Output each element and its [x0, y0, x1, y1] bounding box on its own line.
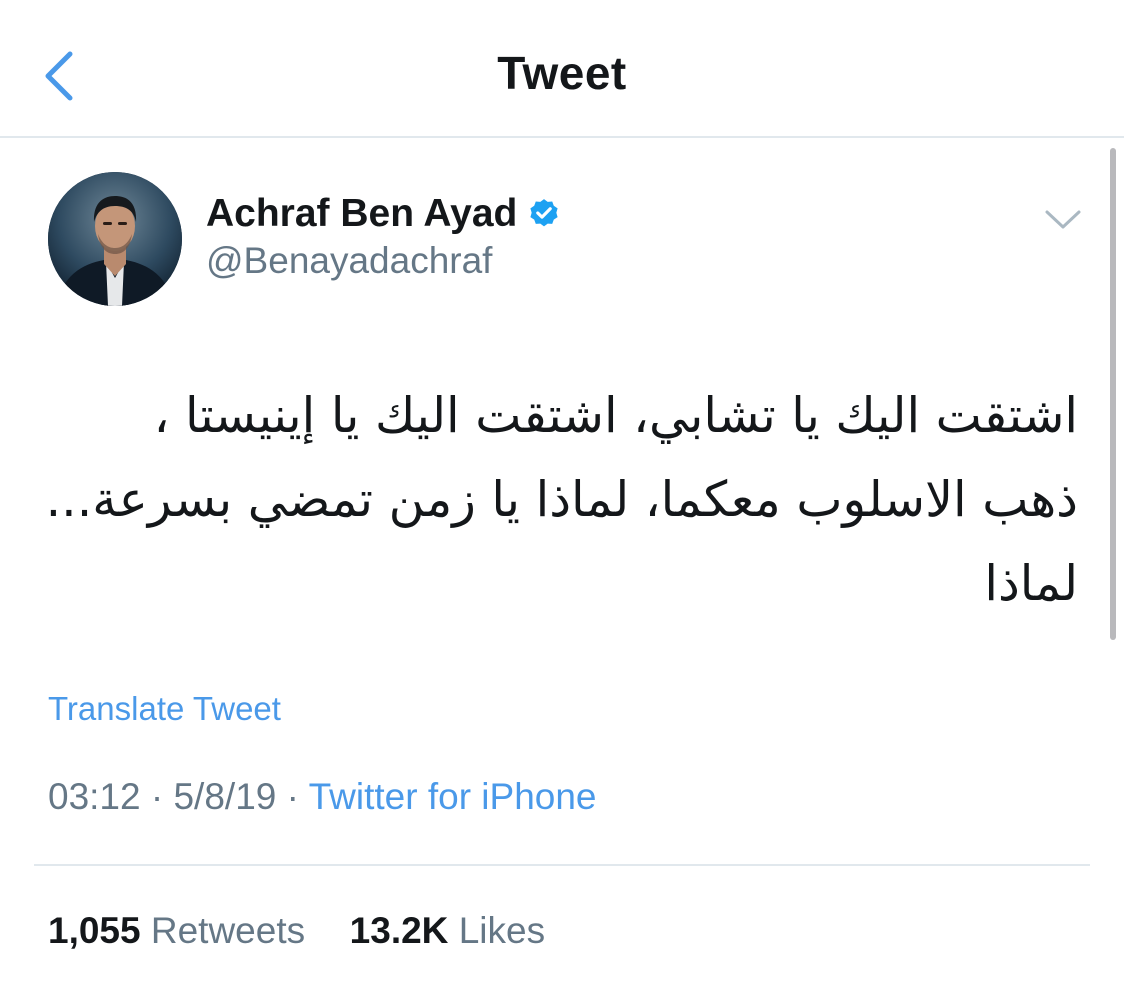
chevron-down-icon [1045, 210, 1081, 229]
likes-label: Likes [458, 910, 546, 951]
meta-separator: · [150, 776, 164, 817]
tweet-text: اشتقت اليك يا تشابي، اشتقت اليك يا إينيس… [38, 374, 1078, 626]
tweet-time: 03:12 [48, 776, 141, 817]
display-name[interactable]: Achraf Ben Ayad [206, 192, 517, 236]
retweets-stat[interactable]: 1,055 Retweets [48, 910, 315, 951]
retweets-count: 1,055 [48, 910, 141, 951]
tweet-detail-screen: Tweet Achraf Ben Ayad @Benayadachraf اشت… [0, 0, 1124, 988]
tweet-text-line: اشتقت اليك يا تشابي، اشتقت اليك يا إينيس… [153, 387, 1078, 444]
verified-badge-icon [530, 199, 558, 227]
likes-stat[interactable]: 13.2K Likes [339, 910, 545, 951]
author-handle[interactable]: @Benayadachraf [206, 240, 492, 282]
meta-separator: · [286, 776, 299, 817]
tweet-options-button[interactable] [1042, 202, 1084, 236]
retweets-label: Retweets [150, 910, 306, 951]
avatar[interactable] [48, 172, 182, 306]
tweet-text-line: ذهب الاسلوب معكما، لماذا يا زمن تمضي بسر… [45, 471, 1078, 528]
tweet-meta: 03:12 · 5/8/19 · Twitter for iPhone [48, 776, 597, 818]
likes-count: 13.2K [349, 910, 449, 951]
avatar-photo [48, 172, 182, 306]
translate-tweet-link[interactable]: Translate Tweet [48, 690, 281, 728]
scrollbar[interactable] [1110, 148, 1116, 640]
tweet-date: 5/8/19 [173, 776, 277, 817]
tweet-stats: 1,055 Retweets 13.2K Likes [48, 910, 545, 952]
tweet-source-link[interactable]: Twitter for iPhone [309, 776, 597, 817]
author-name-row[interactable]: Achraf Ben Ayad [206, 190, 561, 238]
page-title: Tweet [497, 47, 627, 99]
divider [34, 864, 1090, 866]
tweet-text-line: لماذا [984, 555, 1078, 612]
nav-header: Tweet [0, 0, 1124, 138]
